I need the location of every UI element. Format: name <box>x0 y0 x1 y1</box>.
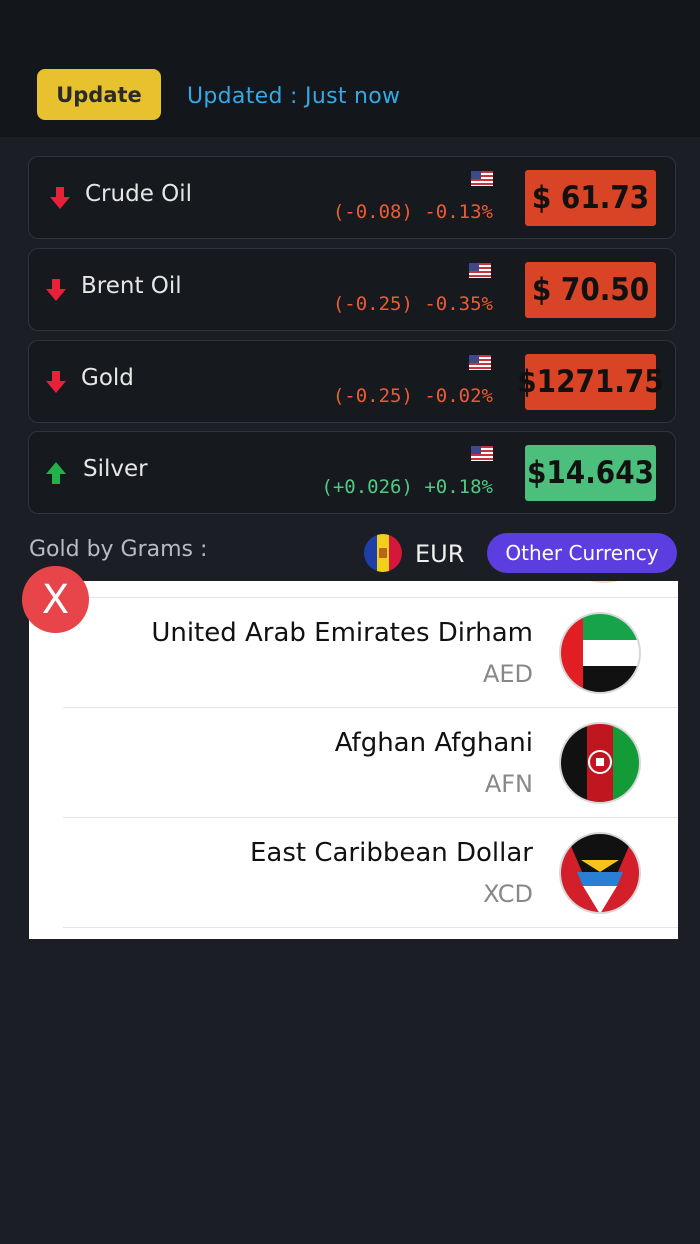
price-badge: $ 70.50 <box>525 262 656 318</box>
currency-code: AED <box>482 660 533 688</box>
down-arrow-icon <box>46 371 66 393</box>
currency-picker-panel[interactable]: United Arab Emirates Dirham AED Afghan A… <box>29 581 678 939</box>
updated-status: Updated : Just now <box>187 84 401 109</box>
currency-row-afn[interactable]: Afghan Afghani AFN <box>29 708 678 818</box>
update-button[interactable]: Update <box>37 69 161 120</box>
currency-code: XCD <box>483 880 533 908</box>
commodity-name: Brent Oil <box>81 273 182 299</box>
us-flag-icon <box>469 263 491 278</box>
price-change: (-0.25) -0.02% <box>332 385 493 407</box>
us-flag-icon <box>469 355 491 370</box>
us-flag-icon <box>471 171 493 186</box>
up-arrow-icon <box>46 462 66 484</box>
antigua-flag-icon <box>559 832 641 914</box>
commodity-card-gold[interactable]: Gold (-0.25) -0.02% $1271.75 <box>28 340 676 423</box>
price-change: (-0.08) -0.13% <box>332 201 493 223</box>
down-arrow-icon <box>50 187 70 209</box>
currency-name: United Arab Emirates Dirham <box>151 618 533 648</box>
price-change: (+0.026) +0.18% <box>321 476 493 498</box>
us-flag-icon <box>471 446 493 461</box>
divider <box>63 927 678 928</box>
close-button[interactable]: X <box>22 566 89 633</box>
price-badge: $1271.75 <box>517 354 664 410</box>
down-arrow-icon <box>46 279 66 301</box>
andorra-flag-icon[interactable] <box>364 534 402 572</box>
previous-flag-peek <box>583 581 625 583</box>
commodity-card-silver[interactable]: Silver (+0.026) +0.18% $14.643 <box>28 431 676 514</box>
currency-name: East Caribbean Dollar <box>249 838 533 868</box>
gold-by-grams-label: Gold by Grams : <box>29 537 208 562</box>
top-bar: Update Updated : Just now <box>0 0 700 137</box>
price-badge: $14.643 <box>525 445 656 501</box>
other-currency-button[interactable]: Other Currency <box>487 533 677 573</box>
commodity-card-crude-oil[interactable]: Crude Oil (-0.08) -0.13% $ 61.73 <box>28 156 676 239</box>
afghanistan-flag-icon <box>559 722 641 804</box>
commodity-name: Silver <box>83 456 148 482</box>
price-badge: $ 61.73 <box>525 170 656 226</box>
currency-code: AFN <box>484 770 533 798</box>
price-change: (-0.25) -0.35% <box>332 293 493 315</box>
currency-row-aed[interactable]: United Arab Emirates Dirham AED <box>29 598 678 708</box>
selected-currency-code[interactable]: EUR <box>415 540 464 568</box>
currency-row-xcd[interactable]: East Caribbean Dollar XCD <box>29 818 678 928</box>
commodity-name: Gold <box>81 365 134 391</box>
currency-name: Afghan Afghani <box>334 728 533 758</box>
commodity-name: Crude Oil <box>85 181 193 207</box>
uae-flag-icon <box>559 612 641 694</box>
commodity-card-brent-oil[interactable]: Brent Oil (-0.25) -0.35% $ 70.50 <box>28 248 676 331</box>
